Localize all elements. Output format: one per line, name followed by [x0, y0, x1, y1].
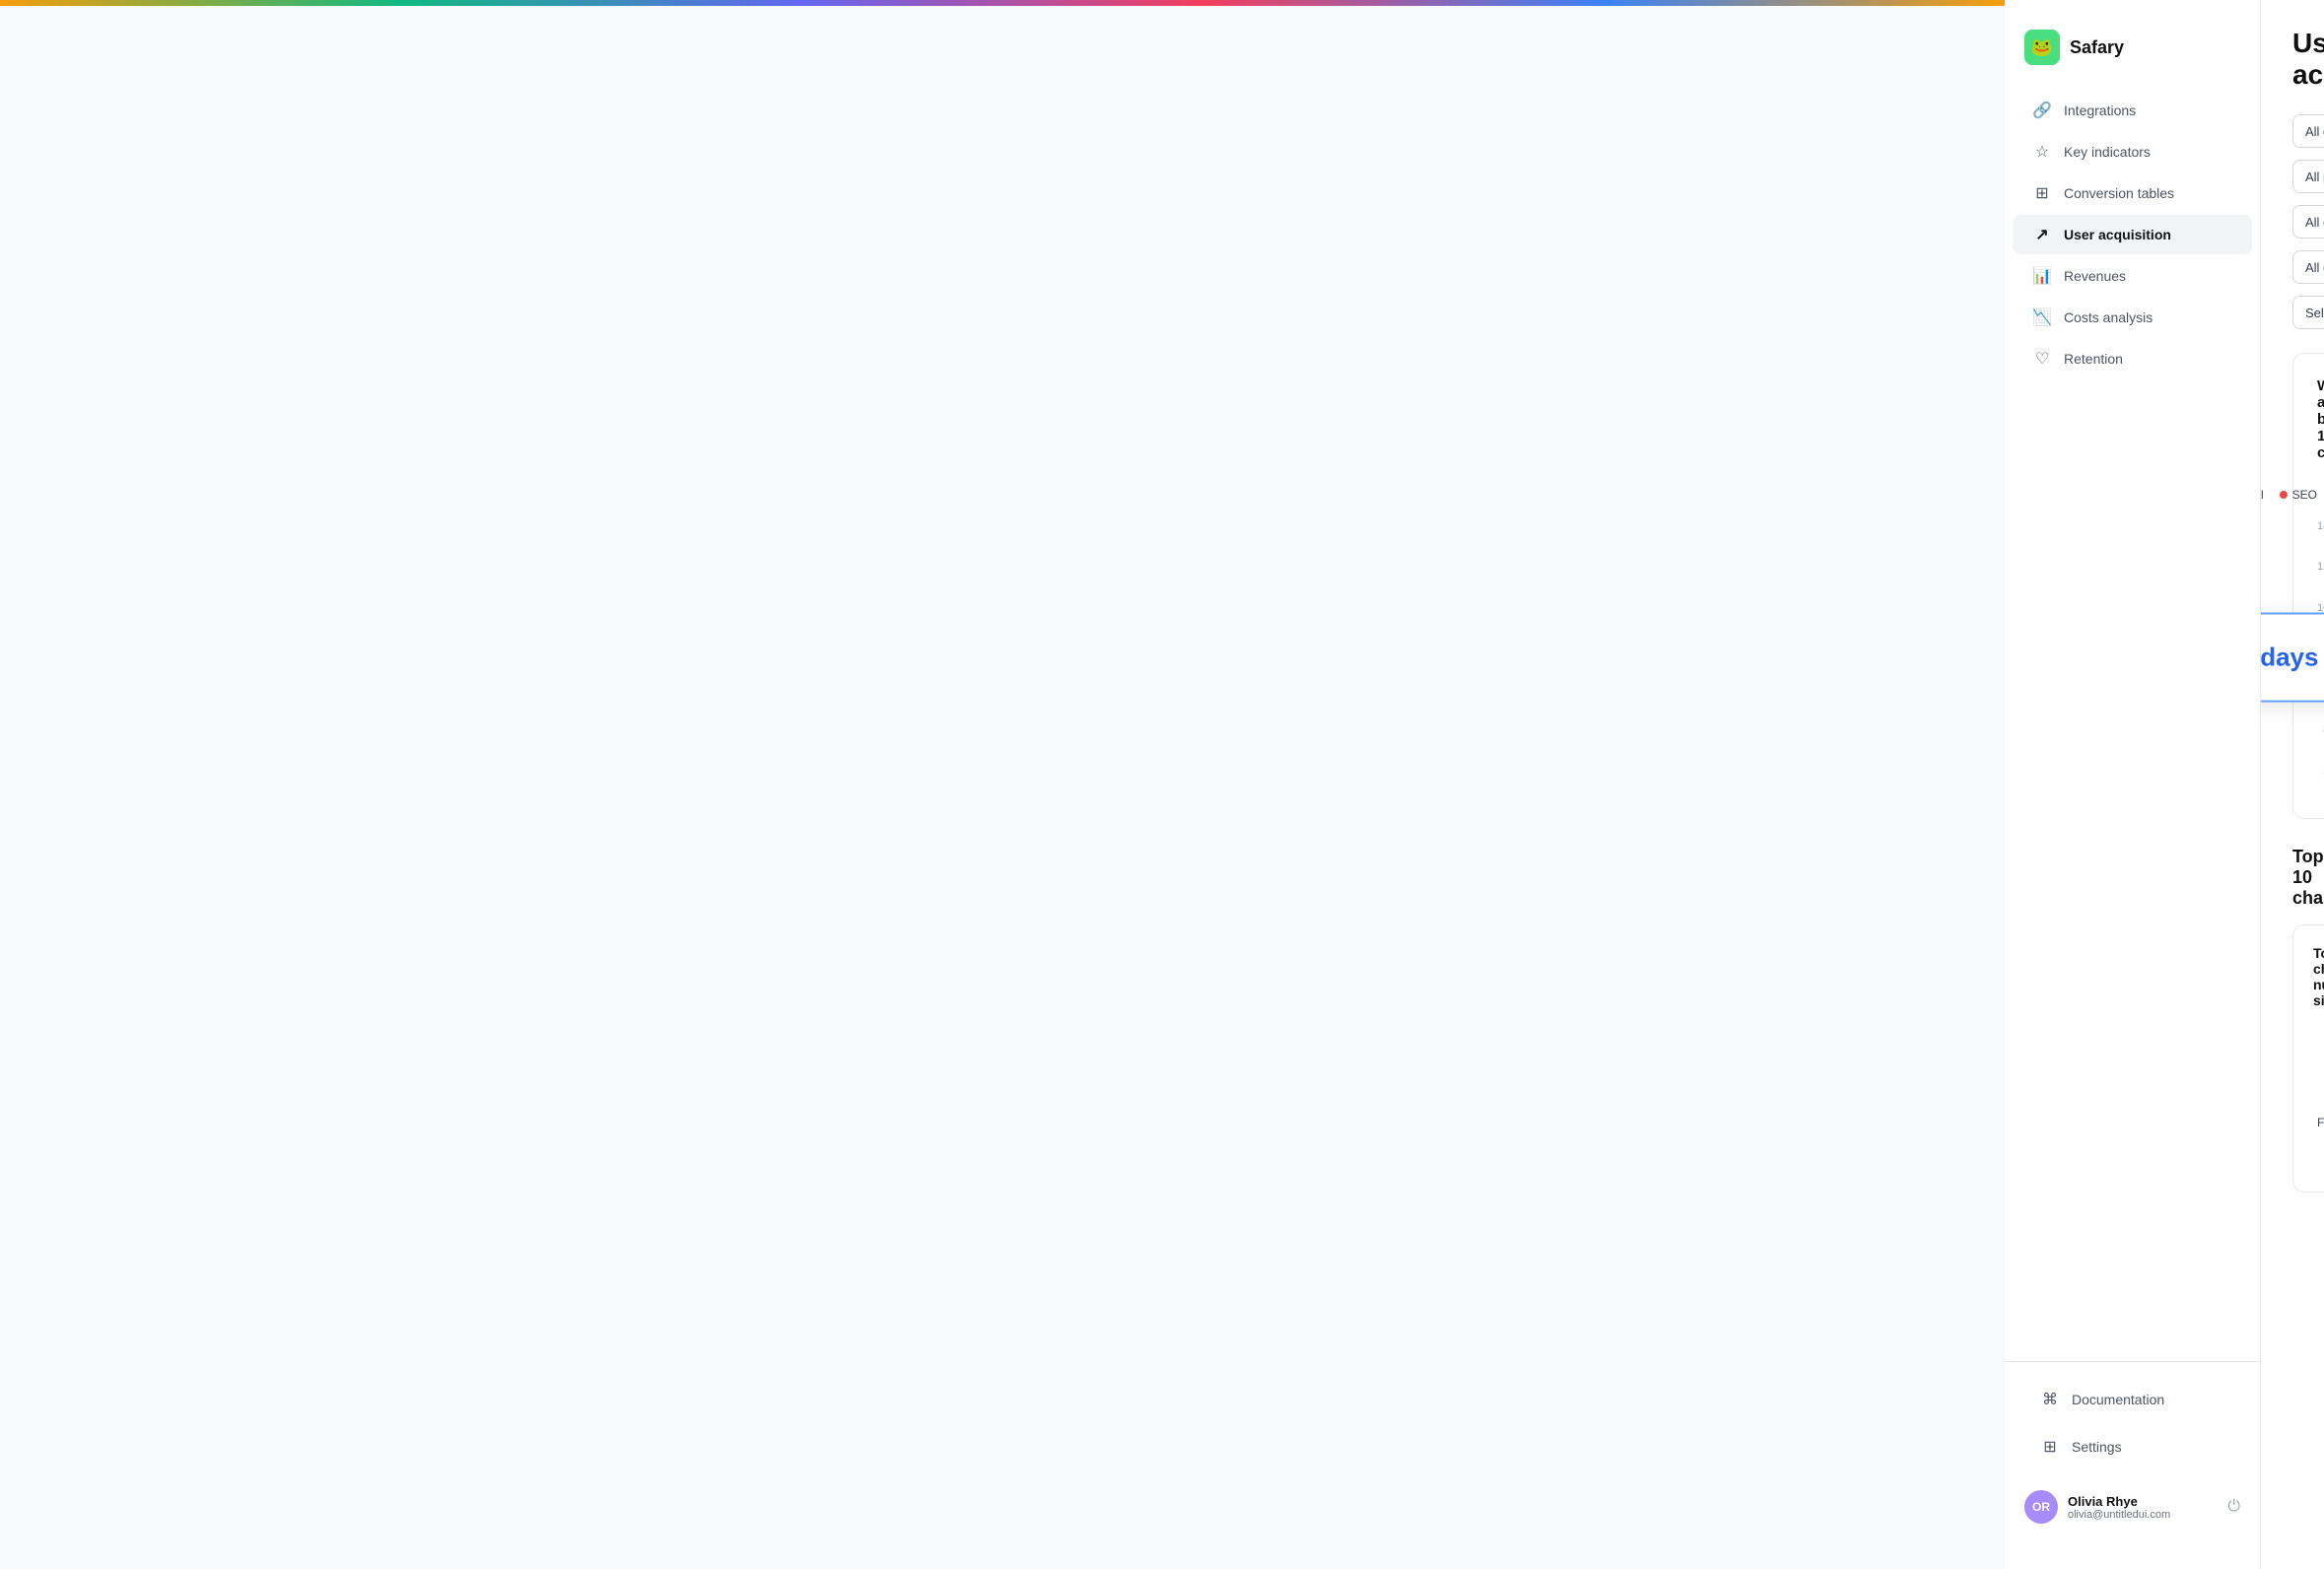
signups-card: Top 10 channels by number of signups Goo…	[2292, 924, 2324, 1193]
user-email: olivia@untitledui.com	[2068, 1509, 2218, 1521]
h-bar-row: Google Ads	[2313, 1142, 2324, 1162]
conversion-tables-icon: ⊞	[2032, 183, 2052, 203]
filter-channels[interactable]: All channels ▾	[2292, 250, 2324, 284]
h-bar-label: Google Ads	[2313, 1145, 2324, 1159]
filter-label-date: Select date	[2305, 306, 2324, 320]
sidebar-label-documentation: Documentation	[2072, 1392, 2164, 1407]
h-bar-label: Hypelab	[2313, 1057, 2324, 1070]
horizontal-bars: Google Ads Hypelab Slise Facebook Ads Google…	[2313, 1024, 2324, 1162]
legend-dot-seo	[2280, 491, 2288, 499]
signups-title: Top 10 channels by number of signups	[2313, 945, 2324, 1008]
user-acquisition-icon: ↗	[2032, 225, 2052, 244]
filter-customers[interactable]: All customers ▾	[2292, 205, 2324, 239]
h-bar-row: Slise	[2313, 1083, 2324, 1103]
sidebar-label-retention: Retention	[2064, 351, 2123, 367]
power-icon[interactable]: ⏻	[2227, 1498, 2240, 1516]
legend-seo: SEO	[2280, 488, 2317, 502]
sidebar-item-revenues[interactable]: 📊 Revenues	[2013, 256, 2252, 296]
user-name: Olivia Rhye	[2068, 1494, 2218, 1509]
sidebar-item-user-acquisition[interactable]: ↗ User acquisition	[2013, 215, 2252, 254]
user-area: OR Olivia Rhye olivia@untitledui.com ⏻	[2013, 1480, 2252, 1534]
filter-date[interactable]: Select date ▾	[2292, 296, 2324, 329]
filter-label-products: All products	[2305, 170, 2324, 184]
trial-text[interactable]: Get 14 days free trial →	[2261, 643, 2324, 673]
sidebar-label-settings: Settings	[2072, 1439, 2122, 1455]
sidebar-item-integrations[interactable]: 🔗 Integrations	[2013, 91, 2252, 130]
legend-social: Social	[2261, 488, 2264, 502]
h-bar-label: Slise	[2313, 1086, 2324, 1100]
sidebar-item-settings[interactable]: ⊞ Settings	[2020, 1427, 2244, 1467]
sidebar-label-user-acquisition: User acquisition	[2064, 227, 2171, 242]
filter-label-digital-assets: All digital assets	[2305, 124, 2324, 139]
chart-title: Wallets acquired by top 10 channels	[2317, 377, 2324, 461]
logo-icon: 🐸	[2024, 30, 2060, 65]
h-bar-label: Facebook Ads	[2313, 1116, 2324, 1129]
sidebar-item-conversion-tables[interactable]: ⊞ Conversion tables	[2013, 173, 2252, 213]
page-title: User acquisition	[2292, 28, 2324, 91]
legend-label-seo: SEO	[2292, 488, 2317, 502]
documentation-icon: ⌘	[2040, 1390, 2060, 1409]
top-decorative-bar	[0, 0, 2005, 6]
sidebar-item-key-indicators[interactable]: ☆ Key indicators	[2013, 132, 2252, 171]
key-indicators-icon: ☆	[2032, 142, 2052, 162]
h-bar-row: Facebook Ads	[2313, 1113, 2324, 1132]
sidebar-label-key-indicators: Key indicators	[2064, 144, 2151, 160]
h-bar-row: Hypelab	[2313, 1054, 2324, 1073]
settings-icon: ⊞	[2040, 1437, 2060, 1457]
h-bar-row: Google Ads	[2313, 1024, 2324, 1044]
filter-label-customers: All customers	[2305, 215, 2324, 230]
retention-icon: ♡	[2032, 349, 2052, 369]
integrations-icon: 🔗	[2032, 101, 2052, 120]
sidebar: 🐸 Safary 🔗 Integrations ☆ Key indicators…	[2005, 0, 2261, 1569]
sidebar-item-retention[interactable]: ♡ Retention	[2013, 339, 2252, 378]
logo-area: 🐸 Safary	[2005, 20, 2260, 89]
avatar: OR	[2024, 1490, 2058, 1524]
filter-products[interactable]: All products ▾	[2292, 160, 2324, 193]
costs-analysis-icon: 📉	[2032, 307, 2052, 327]
sidebar-label-revenues: Revenues	[2064, 268, 2126, 284]
filter-label-channels: All channels	[2305, 260, 2324, 275]
wallets-chart-card: Wallets acquired by top 10 channels Mont…	[2292, 353, 2324, 819]
legend-label-social: Social	[2261, 488, 2264, 502]
trial-overlay[interactable]: Get 14 days free trial →	[2261, 613, 2324, 703]
nav-section: 🔗 Integrations ☆ Key indicators ⊞ Conver…	[2005, 89, 2260, 1361]
revenues-icon: 📊	[2032, 266, 2052, 286]
sidebar-bottom: ⌘ Documentation ⊞ Settings OR Olivia Rhy…	[2005, 1361, 2260, 1549]
main-content: User acquisition L L L L L + + invite us…	[2261, 0, 2324, 1569]
filter-digital-assets[interactable]: All digital assets ▾	[2292, 114, 2324, 148]
sidebar-label-integrations: Integrations	[2064, 102, 2136, 118]
sidebar-item-documentation[interactable]: ⌘ Documentation	[2020, 1380, 2244, 1419]
app-name: Safary	[2070, 37, 2124, 58]
user-info: Olivia Rhye olivia@untitledui.com	[2068, 1494, 2218, 1521]
sidebar-label-costs-analysis: Costs analysis	[2064, 309, 2153, 325]
doc-settings-group: ⌘ Documentation ⊞ Settings	[2013, 1378, 2252, 1468]
sidebar-item-costs-analysis[interactable]: 📉 Costs analysis	[2013, 298, 2252, 337]
h-bar-label: Google Ads	[2313, 1027, 2324, 1041]
sidebar-label-conversion-tables: Conversion tables	[2064, 185, 2174, 201]
